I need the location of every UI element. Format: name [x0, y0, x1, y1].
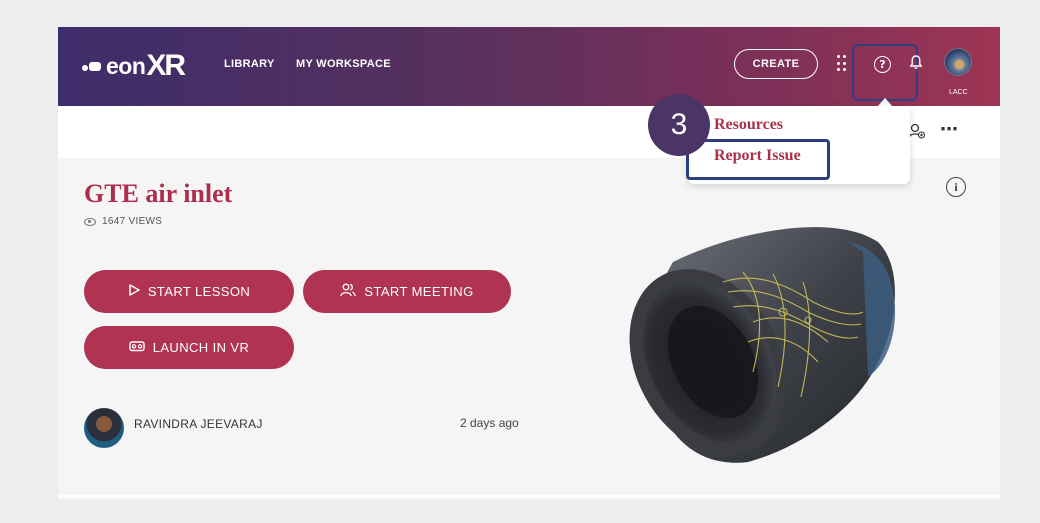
more-options-icon[interactable]: ⋯ — [940, 119, 959, 140]
launch-vr-button[interactable]: LAUNCH IN VR — [84, 326, 294, 369]
user-avatar[interactable] — [944, 48, 972, 76]
step-number-badge: 3 — [648, 94, 710, 156]
add-collaborator-icon[interactable] — [908, 122, 926, 144]
report-issue-highlight-box — [686, 139, 830, 180]
launch-vr-label: LAUNCH IN VR — [152, 340, 250, 355]
view-count: 1647 VIEWS — [84, 216, 162, 227]
avatar-label: LACC — [949, 89, 968, 96]
start-meeting-label: START MEETING — [364, 284, 474, 299]
nav-library[interactable]: LIBRARY — [224, 58, 275, 70]
author-avatar[interactable] — [84, 408, 124, 448]
views-text: 1647 VIEWS — [102, 216, 163, 227]
eon-logo-mark-icon — [82, 59, 102, 73]
lesson-title: GTE air inlet — [84, 179, 233, 208]
question-circle-icon[interactable]: ? — [874, 56, 891, 73]
info-icon[interactable]: i — [946, 177, 966, 197]
nav-my-workspace[interactable]: MY WORKSPACE — [296, 58, 391, 70]
bell-icon[interactable] — [909, 54, 923, 74]
start-lesson-label: START LESSON — [147, 284, 251, 299]
timestamp: 2 days ago — [460, 416, 519, 430]
dropdown-caret — [878, 98, 892, 106]
top-navigation-bar: eon XR LIBRARY MY WORKSPACE CREATE ? LAC… — [58, 27, 1000, 106]
create-button[interactable]: CREATE — [734, 49, 818, 79]
people-icon — [340, 283, 357, 300]
start-lesson-button[interactable]: START LESSON — [84, 270, 294, 313]
play-icon — [128, 284, 140, 299]
eonxr-logo[interactable]: eon XR — [82, 49, 186, 83]
logo-text: eon — [106, 52, 146, 79]
section-divider — [58, 495, 1000, 497]
app-frame: eon XR LIBRARY MY WORKSPACE CREATE ? LAC… — [58, 27, 1000, 500]
air-inlet-3d-model[interactable] — [613, 212, 903, 467]
vr-headset-icon — [129, 340, 145, 355]
logo-text-xr: XR — [146, 49, 186, 82]
apps-grid-icon[interactable] — [837, 55, 849, 73]
start-meeting-button[interactable]: START MEETING — [303, 270, 511, 313]
author-name[interactable]: RAVINDRA JEEVARAJ — [134, 417, 263, 431]
menu-item-resources[interactable]: Resources — [714, 116, 783, 134]
eye-icon — [84, 217, 96, 226]
